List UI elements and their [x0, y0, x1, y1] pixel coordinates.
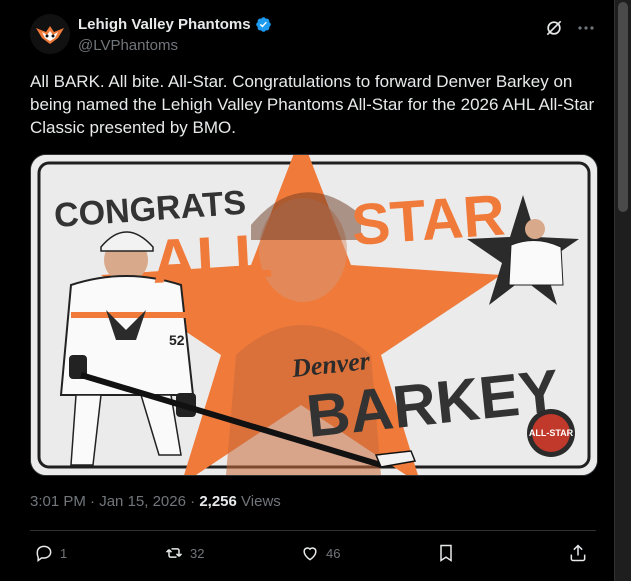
like-icon — [303, 547, 317, 561]
like-count: 46 — [326, 545, 341, 561]
avatar[interactable] — [30, 14, 70, 54]
action-bar: 1 32 46 — [30, 541, 596, 565]
all-star-badge-text: ALL-STAR — [529, 428, 574, 438]
repost-button[interactable]: 32 — [164, 541, 204, 565]
tweet-text: All BARK. All bite. All-Star. Congratula… — [30, 72, 595, 137]
repost-count: 32 — [190, 545, 205, 561]
bookmark-icon — [440, 544, 452, 562]
name-row: Lehigh Valley Phantoms — [78, 16, 272, 33]
divider — [30, 530, 596, 531]
tweet-header: Lehigh Valley Phantoms @LVPhantoms — [30, 14, 600, 58]
media-headline-star: STAR — [349, 182, 507, 258]
tweet-meta: 3:01 PM · Jan 15, 2026 · 2,256 Views — [30, 493, 281, 510]
like-button[interactable]: 46 — [300, 541, 340, 565]
more-icon[interactable] — [576, 18, 598, 38]
repost-icon — [165, 548, 183, 558]
tweet-time[interactable]: 3:01 PM — [30, 493, 86, 510]
media-headline-all: ALL — [150, 222, 274, 297]
reply-count: 1 — [60, 545, 68, 561]
reply-button[interactable]: 1 — [34, 541, 67, 565]
grok-icon[interactable] — [544, 18, 564, 38]
views-count: 2,256 — [199, 493, 237, 510]
account-name[interactable]: Lehigh Valley Phantoms — [78, 16, 251, 33]
jersey-number: 52 — [169, 332, 185, 348]
bookmark-button[interactable] — [436, 541, 456, 565]
reply-icon — [36, 545, 52, 562]
meta-separator: · — [90, 493, 100, 510]
account-handle[interactable]: @LVPhantoms — [78, 37, 178, 54]
tweet-media-image[interactable]: CONGRATS ALL STAR Denver BARKEY 52 ALL-S… — [30, 154, 598, 476]
share-icon — [570, 544, 586, 562]
verified-icon — [255, 17, 271, 32]
views-label: Views — [241, 493, 281, 510]
scrollbar[interactable] — [615, 0, 631, 581]
meta-separator: · — [190, 493, 200, 510]
tweet-card: Lehigh Valley Phantoms @LVPhantoms All B… — [0, 0, 615, 581]
tweet-date[interactable]: Jan 15, 2026 — [99, 493, 186, 510]
share-button[interactable] — [568, 541, 588, 565]
scrollbar-thumb[interactable] — [618, 2, 628, 212]
